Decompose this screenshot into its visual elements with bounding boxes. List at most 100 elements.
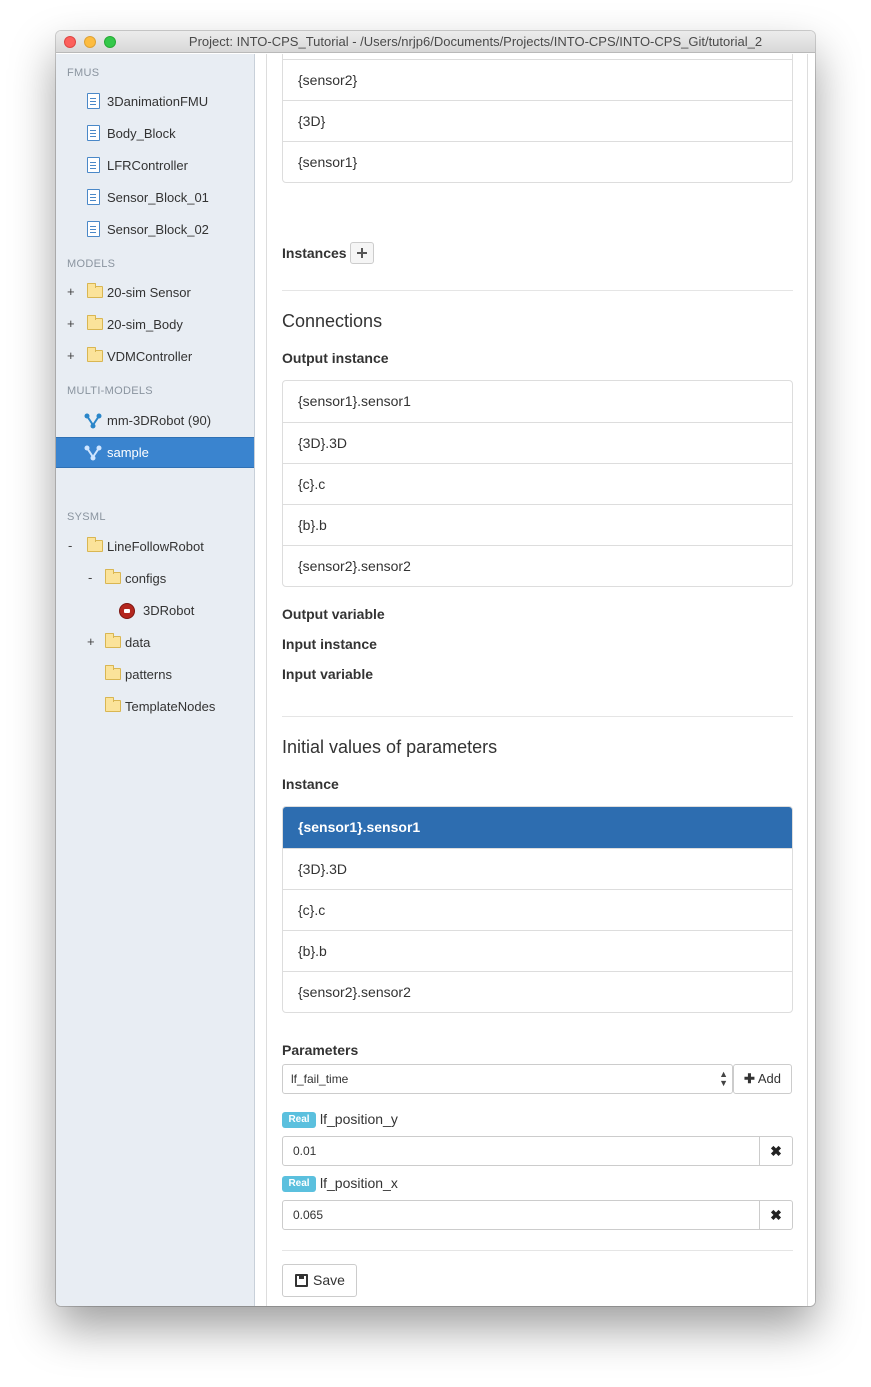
output-instance-list: {sensor1}.sensor1 {3D}.3D {c}.c {b}.b {s… xyxy=(282,380,793,587)
list-item[interactable]: {3D}.3D xyxy=(283,848,792,889)
save-button[interactable]: Save xyxy=(282,1264,357,1297)
sidebar-item-label: 20-sim Sensor xyxy=(107,285,191,300)
list-item-selected[interactable]: {sensor1}.sensor1 xyxy=(283,807,792,848)
list-item[interactable]: {b}.b xyxy=(283,930,792,971)
sidebar-item-multimodel[interactable]: mm-3DRobot (90) xyxy=(56,405,254,436)
folder-icon xyxy=(87,537,103,552)
sidebar-item-sysml[interactable]: - configs xyxy=(56,563,254,594)
sidebar-item-model[interactable]: + 20-sim Sensor xyxy=(56,277,254,308)
sidebar-item-label: LineFollowRobot xyxy=(107,539,204,554)
close-icon: ✖ xyxy=(770,1207,782,1223)
list-item[interactable]: {c}.c xyxy=(283,463,792,504)
sidebar-item-fmu[interactable]: 3DanimationFMU xyxy=(56,86,254,117)
expand-toggle[interactable]: - xyxy=(68,538,72,553)
list-item[interactable]: {sensor1} xyxy=(283,141,792,182)
folder-icon xyxy=(105,665,121,680)
expand-toggle[interactable]: + xyxy=(67,316,75,331)
multimodels-header: MULTI-MODELS xyxy=(67,385,153,397)
list-item[interactable]: {c}.c xyxy=(283,889,792,930)
save-icon xyxy=(295,1274,308,1287)
sidebar-item-label: sample xyxy=(107,445,149,460)
add-parameter-button[interactable]: ✚ Add xyxy=(733,1064,792,1094)
sidebar-item-model[interactable]: + 20-sim_Body xyxy=(56,309,254,340)
instances-label: Instances xyxy=(282,245,347,261)
close-window-button[interactable] xyxy=(64,36,76,48)
file-icon xyxy=(87,189,100,205)
type-badge: Real xyxy=(282,1176,316,1192)
expand-toggle[interactable]: + xyxy=(67,348,75,363)
instance-label: Instance xyxy=(282,776,339,792)
list-item[interactable]: {b}.b xyxy=(283,504,792,545)
sidebar-item-fmu[interactable]: Body_Block xyxy=(56,118,254,149)
remove-parameter-button[interactable]: ✖ xyxy=(759,1136,793,1166)
sidebar-item-label: 3DRobot xyxy=(143,603,195,618)
parameter-value-input[interactable]: 0.065 xyxy=(282,1200,760,1230)
divider xyxy=(282,290,793,291)
list-item[interactable]: {sensor2}.sensor2 xyxy=(283,545,792,586)
sidebar-item-fmu[interactable]: Sensor_Block_01 xyxy=(56,182,254,213)
parameter-name: lf_position_y xyxy=(320,1111,398,1127)
minimize-window-button[interactable] xyxy=(84,36,96,48)
sidebar-item-label: configs xyxy=(125,571,167,586)
folder-icon xyxy=(87,315,103,330)
close-icon: ✖ xyxy=(770,1143,782,1159)
main-content: {sensor2} {3D} {sensor1} Instances Conne… xyxy=(255,54,815,1306)
file-icon xyxy=(87,93,100,109)
connections-heading: Connections xyxy=(282,311,383,331)
list-item[interactable]: {sensor1}.sensor1 xyxy=(283,381,792,422)
output-variable-label: Output variable xyxy=(282,606,385,622)
expand-toggle[interactable]: + xyxy=(87,634,95,649)
sidebar-item-label: VDMController xyxy=(107,349,193,364)
add-instance-button[interactable] xyxy=(350,242,374,264)
input-variable-label: Input variable xyxy=(282,666,374,682)
fmus-header: FMUS xyxy=(67,67,100,79)
project-sidebar: FMUS 3DanimationFMU Body_Block LFRContro… xyxy=(56,54,255,1306)
sidebar-item-model[interactable]: + VDMController xyxy=(56,341,254,372)
initial-values-heading: Initial values of parameters xyxy=(282,737,498,757)
list-item[interactable]: {3D} xyxy=(283,100,792,141)
divider xyxy=(282,716,793,717)
title-bar: Project: INTO-CPS_Tutorial - /Users/nrjp… xyxy=(56,31,815,53)
type-badge: Real xyxy=(282,1112,316,1128)
sidebar-item-sysml[interactable]: 3DRobot xyxy=(56,595,254,626)
folder-icon xyxy=(87,283,103,298)
parameter-name: lf_position_x xyxy=(320,1175,398,1191)
app-window: Project: INTO-CPS_Tutorial - /Users/nrjp… xyxy=(56,31,815,1306)
sidebar-item-label: Body_Block xyxy=(107,126,176,141)
sidebar-item-sysml[interactable]: patterns xyxy=(56,659,254,690)
parameters-label: Parameters xyxy=(282,1042,359,1058)
remove-parameter-button[interactable]: ✖ xyxy=(759,1200,793,1230)
folder-icon xyxy=(105,697,121,712)
sidebar-item-fmu[interactable]: Sensor_Block_02 xyxy=(56,214,254,245)
output-instance-label: Output instance xyxy=(282,350,389,366)
parameter-value-input[interactable]: 0.01 xyxy=(282,1136,760,1166)
sidebar-item-sysml[interactable]: - LineFollowRobot xyxy=(56,531,254,562)
sidebar-item-label: patterns xyxy=(125,667,172,682)
sidebar-item-fmu[interactable]: LFRController xyxy=(56,150,254,181)
sidebar-item-label: 20-sim_Body xyxy=(107,317,183,332)
robot-icon xyxy=(119,603,135,619)
multimodel-icon xyxy=(84,413,102,429)
sidebar-item-label: 3DanimationFMU xyxy=(107,94,209,109)
file-icon xyxy=(87,125,100,141)
list-item[interactable]: {3D}.3D xyxy=(283,422,792,463)
expand-toggle[interactable]: + xyxy=(67,284,75,299)
zoom-window-button[interactable] xyxy=(104,36,116,48)
sidebar-item-sysml[interactable]: TemplateNodes xyxy=(56,691,254,722)
list-item[interactable]: {sensor2}.sensor2 xyxy=(283,971,792,1012)
expand-toggle[interactable]: - xyxy=(88,570,92,585)
list-item[interactable]: {sensor2} xyxy=(283,59,792,100)
sysml-header: SYSML xyxy=(67,511,106,523)
parameter-select[interactable]: lf_fail_time ▲ ▼ xyxy=(282,1064,733,1094)
parameter-instance-list: {sensor1}.sensor1 {3D}.3D {c}.c {b}.b {s… xyxy=(282,806,793,1013)
folder-icon xyxy=(105,569,121,584)
sidebar-item-multimodel-selected[interactable]: sample xyxy=(56,437,254,468)
sidebar-item-label: mm-3DRobot (90) xyxy=(107,413,212,428)
divider xyxy=(282,1250,793,1251)
input-instance-label: Input instance xyxy=(282,636,377,652)
window-title: Project: INTO-CPS_Tutorial - /Users/nrjp… xyxy=(188,34,763,49)
fmu-instance-list: {sensor2} {3D} {sensor1} xyxy=(282,54,793,183)
sidebar-item-sysml[interactable]: + data xyxy=(56,627,254,658)
add-button-label: Add xyxy=(757,1071,781,1086)
sidebar-item-label: Sensor_Block_01 xyxy=(107,190,209,205)
